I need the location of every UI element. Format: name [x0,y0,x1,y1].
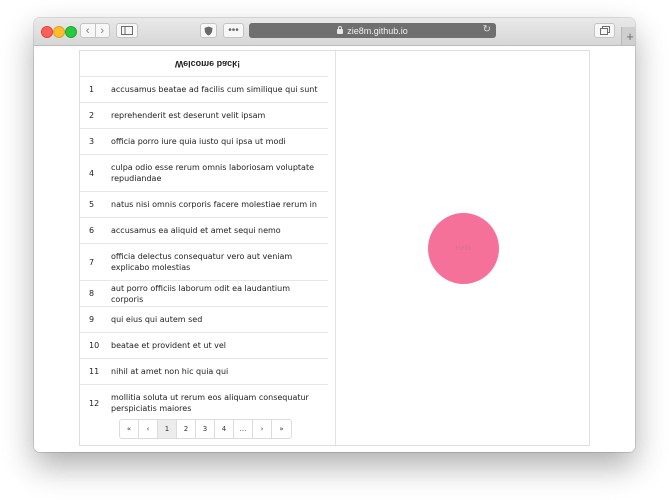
more-label: ••• [228,25,239,36]
row-text: aut porro officiis laborum odit ea lauda… [111,283,291,304]
browser-toolbar: ‹ › ••• zie8m.github.io ↻ [34,18,635,46]
row-text: qui eius qui autem sed [111,315,203,324]
page-title: Welcome back! [174,59,241,69]
plus-icon: + [626,28,634,44]
row-text: accusamus ea aliquid et amet sequi nemo [111,226,281,235]
browser-window: ‹ › ••• zie8m.github.io ↻ + Welcome back… [34,18,635,452]
circle-label: Hello [455,245,472,252]
table-row: 5 natus nisi omnis corporis facere molest… [80,191,328,217]
prev-page-button[interactable]: ‹ [139,420,158,438]
sidebar-icon [121,26,133,35]
pagination: « ‹ 1 2 3 4 ... › » [119,419,292,439]
row-text: reprehenderit est deserunt velit ipsam [111,111,266,120]
pagination-ellipsis: ... [234,420,253,438]
page-3-button[interactable]: 3 [196,420,215,438]
row-text: officia delectus consequatur vero aut ve… [111,252,293,272]
shield-icon [204,26,213,35]
table-row: 6 accusamus ea aliquid et amet sequi nemo [80,217,328,243]
row-number: 5 [89,200,95,209]
row-text: culpa odio esse rerum omnis laboriosam v… [111,163,314,183]
row-text: nihil at amet non hic quia qui [111,367,229,376]
row-number: 7 [89,257,95,267]
row-text: mollitia soluta ut rerum eos aliquam con… [111,393,309,413]
row-text: accusamus beatae ad facilis cum similiqu… [111,85,318,94]
row-number: 9 [89,315,95,324]
row-number: 11 [89,367,100,376]
nav-buttons: ‹ › [80,23,110,38]
new-tab-button[interactable]: + [621,27,635,45]
table-row: 11 nihil at amet non hic quia qui [80,358,328,384]
page-frame: Welcome back! 1 accusamus beatae ad facil… [79,50,590,446]
last-page-button[interactable]: » [272,420,291,438]
chevron-left-icon[interactable]: ‹ [81,24,96,37]
address-bar[interactable]: zie8m.github.io ↻ [249,23,496,38]
row-number: 10 [89,341,100,350]
row-text: natus nisi omnis corporis facere molesti… [111,200,317,209]
table-row: 9 qui eius qui autem sed [80,306,328,332]
table-row: 2 reprehenderit est deserunt velit ipsam [80,102,328,128]
item-table: 1 accusamus beatae ad facilis cum similiq… [80,76,328,421]
sidebar-button[interactable] [116,23,138,38]
page-content: Welcome back! 1 accusamus beatae ad facil… [34,46,635,452]
more-button[interactable]: ••• [223,23,244,38]
first-page-button[interactable]: « [120,420,139,438]
table-row: 8 aut porro officiis laborum odit ea laud… [80,280,328,306]
circle-panel: Hello [336,51,591,445]
page-4-button[interactable]: 4 [215,420,234,438]
tabs-button[interactable] [594,23,615,38]
table-row: 10 beatae et provident et ut vel [80,332,328,358]
tabs-icon [599,26,610,35]
row-number: 2 [89,111,95,120]
row-number: 1 [89,85,95,94]
chevron-right-icon[interactable]: › [96,24,110,37]
minimize-window-button[interactable] [53,26,65,38]
reload-icon[interactable]: ↻ [483,24,491,35]
row-text: officia porro iure quia iusto qui ipsa u… [111,137,286,146]
zoom-window-button[interactable] [65,26,77,38]
table-row: 3 officia porro iure quia iusto qui ipsa … [80,128,328,154]
table-row: 4 culpa odio esse rerum omnis laboriosam … [80,154,328,191]
row-number: 6 [89,226,95,235]
hello-circle[interactable]: Hello [428,213,499,284]
table-row: 1 accusamus beatae ad facilis cum similiq… [80,76,328,102]
close-window-button[interactable] [41,26,53,38]
row-number: 3 [89,137,95,146]
row-number: 4 [89,168,95,178]
row-number: 8 [89,289,95,298]
lock-icon [337,26,344,34]
url-text: zie8m.github.io [347,25,408,36]
page-2-button[interactable]: 2 [177,420,196,438]
table-row: 7 officia delectus consequatur vero aut v… [80,243,328,280]
row-text: beatae et provident et ut vel [111,341,227,350]
shield-button[interactable] [200,23,217,38]
page-1-button[interactable]: 1 [158,420,177,438]
row-number: 12 [89,398,100,408]
next-page-button[interactable]: › [253,420,272,438]
list-panel: Welcome back! 1 accusamus beatae ad facil… [80,51,335,445]
table-row: 12 mollitia soluta ut rerum eos aliquam c… [80,384,328,421]
